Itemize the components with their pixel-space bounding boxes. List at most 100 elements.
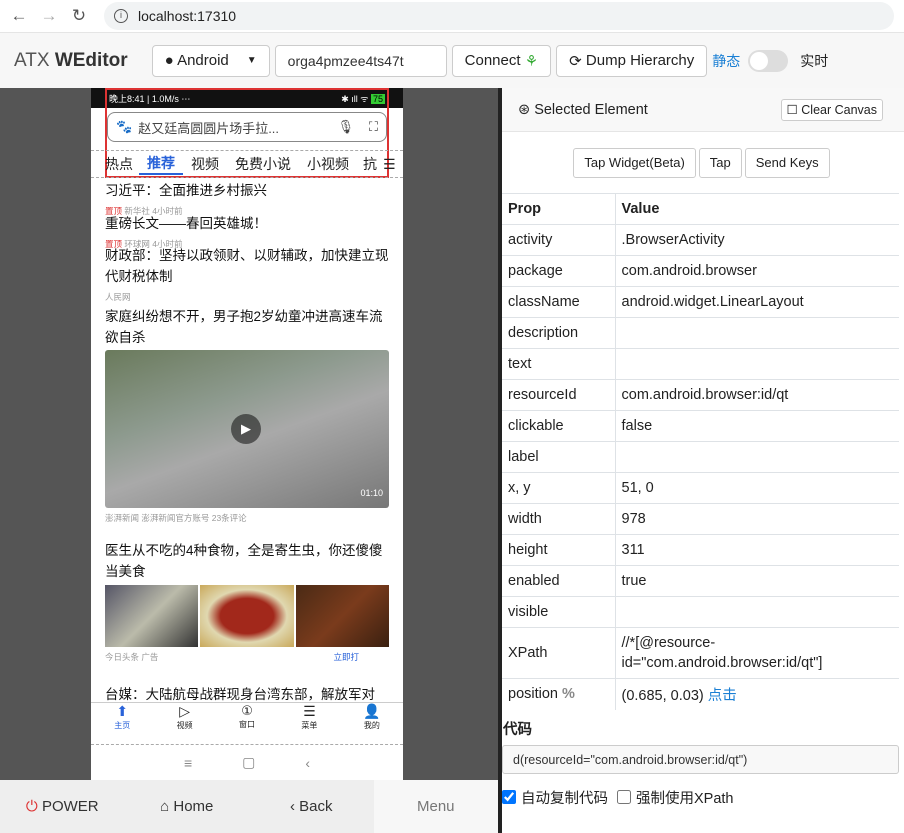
- ad-action[interactable]: 立即打: [333, 647, 359, 668]
- tap-widget-button[interactable]: Tap Widget(Beta): [573, 147, 696, 178]
- property-row: x, y 51, 0: [502, 472, 899, 504]
- code-input[interactable]: d(resourceId="com.android.browser:id/qt"…: [502, 744, 899, 774]
- tab-video[interactable]: 视频: [183, 154, 227, 174]
- property-row: XPath//*[@resource-id="com.android.brows…: [502, 627, 899, 679]
- tab-short-video[interactable]: 小视频: [299, 154, 357, 174]
- channel-tabs: 热点 推荐 视频 免费小说 小视频 抗 ☰: [91, 150, 403, 178]
- prop-name: description: [502, 317, 616, 349]
- back-icon[interactable]: ‹: [305, 755, 310, 771]
- window-icon: ①: [241, 703, 253, 718]
- dump-hierarchy-button[interactable]: ⟳ Dump Hierarchy: [556, 44, 708, 77]
- device-screen[interactable]: 晚上8:41 | 1.0M/s ⋯ ✱ ıll ᯤ 75 🐾 赵又廷高圆圆片场手拉.…: [91, 88, 403, 780]
- click-position-link[interactable]: 点击: [708, 688, 737, 704]
- realtime-toggle[interactable]: [748, 49, 789, 72]
- home-circle-icon[interactable]: ▢: [242, 754, 255, 771]
- play-icon[interactable]: ▶: [231, 414, 261, 444]
- mic-icon[interactable]: 🎙: [337, 119, 354, 135]
- nav-window[interactable]: ① 窗口: [216, 703, 278, 742]
- property-row: clickable false: [502, 410, 899, 442]
- prop-value: 978: [615, 503, 899, 535]
- connect-button[interactable]: Connect ⚘: [451, 44, 552, 77]
- news-item[interactable]: 财政部：坚持以政领财、以财辅政，加快建立现代财税体制 人民网: [105, 245, 389, 308]
- force-xpath-checkbox[interactable]: [617, 790, 631, 804]
- static-label: 静态: [712, 52, 741, 69]
- refresh-icon: ⟳: [569, 52, 582, 70]
- property-row: height 311: [502, 534, 899, 566]
- prop-name: x, y: [502, 472, 616, 504]
- prop-name: text: [502, 348, 616, 380]
- prop-name: resourceId: [502, 379, 616, 411]
- prop-name: className: [502, 286, 616, 318]
- paw-icon: 🐾: [116, 119, 133, 134]
- properties-table: Prop Value activity .BrowserActivity packag…: [502, 193, 899, 710]
- tab-novel[interactable]: 免费小说: [227, 154, 299, 174]
- reload-icon[interactable]: ↻: [68, 6, 90, 26]
- prop-value: [615, 348, 899, 380]
- back-arrow-icon[interactable]: ←: [8, 6, 30, 26]
- prop-name: activity: [502, 224, 616, 256]
- food-image: [105, 585, 199, 647]
- realtime-label: 实时: [800, 52, 829, 69]
- tap-button[interactable]: Tap: [698, 147, 742, 178]
- browser-toolbar: ← → ↻ i localhost:17310: [0, 0, 904, 33]
- crosshair-icon: ⊛: [518, 101, 531, 118]
- property-row: text: [502, 348, 899, 380]
- forward-arrow-icon[interactable]: →: [38, 6, 60, 26]
- user-icon: 👤: [363, 703, 381, 719]
- news-item[interactable]: 医生从不吃的4种食物，全是寄生虫，你还傻傻当美食 今日头条 广告 立即打: [105, 540, 389, 668]
- prop-value: true: [615, 565, 899, 597]
- prop-value: //*[@resource-id="com.android.browser:id…: [615, 627, 899, 679]
- nav-mine[interactable]: 👤 我的: [341, 703, 403, 742]
- prop-value: false: [615, 410, 899, 442]
- app-title: ATX WEditor: [14, 49, 128, 71]
- app-header: ATX WEditor ● Android ▼ orga4pmzee4ts47t …: [0, 33, 904, 88]
- url-text: localhost:17310: [138, 8, 237, 24]
- search-box[interactable]: 🐾 赵又廷高圆圆片场手拉... 🎙 ⛶: [107, 112, 387, 142]
- video-duration: 01:10: [360, 488, 383, 498]
- tab-more[interactable]: 抗: [357, 154, 383, 174]
- address-bar[interactable]: i localhost:17310: [104, 2, 894, 30]
- menu-icon[interactable]: ☰: [383, 156, 396, 173]
- prop-name: package: [502, 255, 616, 287]
- col-prop: Prop: [502, 193, 616, 225]
- inspector-panel: ⊛ Selected Element ☐ Clear Canvas Tap Wi…: [502, 88, 904, 833]
- property-row: activity .BrowserActivity: [502, 224, 899, 256]
- nav-video[interactable]: ▷ 视频: [153, 703, 215, 742]
- caret-down-icon: ▼: [246, 55, 257, 66]
- property-row: description: [502, 317, 899, 349]
- scan-icon[interactable]: ⛶: [369, 119, 378, 135]
- auto-copy-label: 自动复制代码: [521, 790, 608, 807]
- info-icon[interactable]: i: [114, 9, 128, 23]
- property-row: visible: [502, 596, 899, 628]
- send-keys-button[interactable]: Send Keys: [744, 147, 830, 178]
- property-row: width 978: [502, 503, 899, 535]
- prop-value: com.android.browser:id/qt: [615, 379, 899, 411]
- power-icon: ⏻: [25, 798, 38, 815]
- platform-select[interactable]: ● Android ▼: [151, 44, 270, 77]
- property-row: package com.android.browser: [502, 255, 899, 287]
- video-thumbnail[interactable]: ▶ 01:10: [105, 350, 389, 508]
- news-item[interactable]: 家庭纠纷想不开，男子抱2岁幼童冲进高速车流欲自杀 ▶ 01:10 澎湃新闻 澎湃…: [105, 306, 389, 529]
- prop-name: enabled: [502, 565, 616, 597]
- tab-recommend[interactable]: 推荐: [139, 153, 183, 175]
- food-image: [200, 585, 294, 647]
- chevron-left-icon: ‹: [289, 798, 295, 815]
- nav-menu[interactable]: ☰ 菜单: [278, 703, 340, 742]
- prop-value: [615, 441, 899, 473]
- prop-value: 311: [615, 534, 899, 566]
- nav-home[interactable]: ⬆ 主页: [91, 703, 153, 742]
- bottom-nav: ⬆ 主页 ▷ 视频 ① 窗口 ☰ 菜单 👤 我的: [91, 702, 403, 742]
- recents-icon[interactable]: ≡: [184, 755, 192, 771]
- serial-input[interactable]: orga4pmzee4ts47t: [274, 44, 447, 77]
- menu-icon: ☰: [303, 703, 316, 719]
- menu-button[interactable]: Menu: [373, 780, 498, 833]
- clear-canvas-button[interactable]: ☐ Clear Canvas: [780, 98, 883, 121]
- auto-copy-checkbox[interactable]: [502, 790, 516, 804]
- power-button[interactable]: ⏻ POWER: [0, 780, 125, 833]
- prop-value: com.android.browser: [615, 255, 899, 287]
- play-icon: ▷: [179, 703, 190, 719]
- home-button[interactable]: ⌂ Home: [125, 780, 250, 833]
- tab-hot[interactable]: 热点: [91, 154, 139, 174]
- back-button[interactable]: ‹ Back: [249, 780, 374, 833]
- code-label: 代码: [503, 721, 532, 738]
